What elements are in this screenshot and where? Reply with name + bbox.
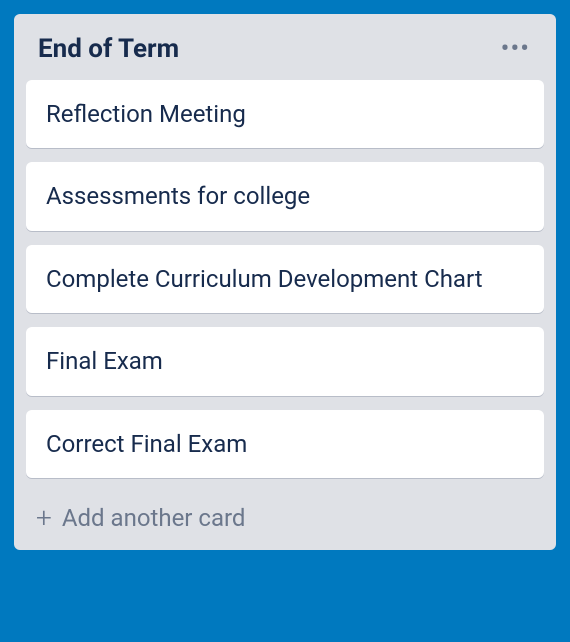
card-title: Assessments for college [46,182,310,210]
card-title: Correct Final Exam [46,430,247,458]
card-title: Complete Curriculum Development Chart [46,265,483,293]
list-card[interactable]: Final Exam [26,327,544,395]
more-menu-icon[interactable]: ••• [495,39,536,60]
list-container: End of Term ••• Reflection Meeting Asses… [14,14,556,550]
add-card-button[interactable]: + Add another card [26,492,544,542]
add-card-label: Add another card [62,504,246,532]
list-card[interactable]: Assessments for college [26,162,544,230]
list-card[interactable]: Reflection Meeting [26,80,544,148]
card-title: Final Exam [46,347,163,375]
list-card[interactable]: Correct Final Exam [26,410,544,478]
card-title: Reflection Meeting [46,100,246,128]
plus-icon: + [36,504,52,532]
list-card[interactable]: Complete Curriculum Development Chart [26,245,544,313]
list-header: End of Term ••• [26,28,544,80]
list-title[interactable]: End of Term [38,34,179,64]
